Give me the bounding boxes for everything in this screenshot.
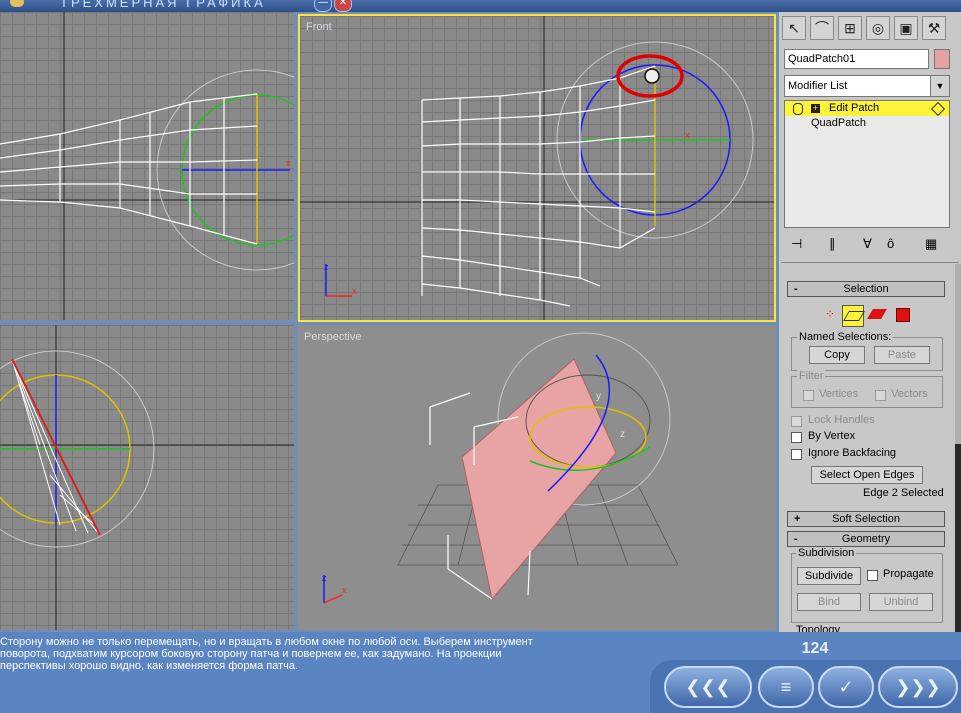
svg-text:x: x [685,130,690,140]
svg-text:x: x [286,158,291,168]
svg-text:z: z [324,262,329,272]
svg-text:y: y [596,391,601,402]
create-cursor-icon[interactable]: ↖ [782,16,806,40]
scrollbar-thumb[interactable] [955,444,961,632]
lesson-text-line: перспективы хорошо видно, как изменяется… [0,660,299,672]
copy-button[interactable]: Copy [809,346,865,364]
chevron-down-icon[interactable]: ▼ [930,76,949,96]
rollout-geometry-title: Geometry [841,533,891,545]
viewport-left[interactable] [0,325,294,630]
minimize-button[interactable]: — [314,0,332,12]
stack-item-edit-patch[interactable]: + Edit Patch [785,101,949,117]
window-title: ТРЕХМЕРНАЯ ГРАФИКА [60,0,266,10]
svg-text:z: z [620,429,625,440]
perspective-view-drawing: y z z x [322,332,679,604]
bind-button[interactable]: Bind [797,593,861,611]
object-name-field[interactable]: QuadPatch01 [784,49,929,69]
lesson-text-line: поворота, подхватим курсором боковую сто… [0,648,502,660]
motion-tab-icon[interactable]: ◎ [866,16,890,40]
panel-scrollbar[interactable] [955,264,961,632]
stack-label-edit-patch: Edit Patch [829,102,880,114]
lock-handles-label: Lock Handles [808,414,875,426]
app-logo-icon [10,0,24,7]
edge-level-icon[interactable] [842,305,865,327]
title-bar: ТРЕХМЕРНАЯ ГРАФИКА — ✕ [0,0,961,12]
lock-handles-checkbox[interactable] [791,416,802,427]
lesson-footer: Сторону можно не только перемещать, но и… [0,632,961,713]
remove-modifier-icon[interactable]: ô [887,236,894,251]
menu-button[interactable]: ≡ [758,666,814,708]
named-selections-label: Named Selections: [797,331,894,343]
element-level-icon[interactable] [896,308,910,322]
propagate-label: Propagate [883,568,934,580]
filter-label: Filter [797,370,826,382]
front-view-drawing: x z x [300,16,774,320]
subdivide-button[interactable]: Subdivide [797,567,861,585]
pin-stack-icon[interactable]: ⊣ [791,236,802,252]
by-vertex-label: By Vertex [808,430,856,442]
make-unique-icon[interactable]: ∀ [863,236,872,252]
show-end-result-icon[interactable]: ∥ [829,236,836,252]
paste-button[interactable]: Paste [874,346,930,364]
lightbulb-icon[interactable] [793,103,803,115]
vectors-label: Vectors [891,388,928,400]
hierarchy-tab-icon[interactable]: ⊞ [838,16,862,40]
topology-label: Topology [796,624,841,632]
object-color-swatch[interactable] [934,49,950,69]
vertices-checkbox[interactable] [803,390,814,401]
configure-sets-icon[interactable]: ▦ [925,236,937,252]
lesson-text: Сторону можно не только перемещать, но и… [0,636,640,672]
subdivision-label: Subdivision [796,547,857,559]
ignore-backfacing-label: Ignore Backfacing [808,447,897,459]
back-button[interactable]: ❮❮❮ [664,666,752,708]
vertices-label: Vertices [819,388,859,400]
rollout-selection[interactable]: - Selection [787,281,945,297]
rollout-soft-selection[interactable]: + Soft Selection [787,511,945,527]
selection-status: Edge 2 Selected [863,487,944,499]
divider [781,262,959,263]
viewport-top[interactable]: x [0,12,294,320]
ignore-backfacing-checkbox[interactable] [791,449,802,460]
left-view-drawing [0,325,294,630]
svg-text:x: x [352,286,357,296]
vertex-level-icon[interactable]: ⁘ [819,307,841,327]
patch-level-icon[interactable] [867,309,887,319]
diamond-icon [930,101,946,117]
page-number: 124 [801,640,829,657]
unbind-button[interactable]: Unbind [869,593,933,611]
collapse-icon: - [794,283,798,295]
lesson-text-line: Сторону можно не только перемещать, но и… [0,636,533,648]
modify-tab-icon[interactable]: ⌒ [810,16,834,40]
forward-button[interactable]: ❯❯❯ [878,666,958,708]
expand-plus-icon[interactable]: + [811,104,820,113]
modifier-list-label: Modifier List [788,80,848,92]
expand-icon: + [794,513,801,525]
close-button[interactable]: ✕ [334,0,352,12]
modifier-list-dropdown[interactable]: Modifier List ▼ [784,75,950,97]
collapse-icon: - [794,533,798,545]
propagate-checkbox[interactable] [867,570,878,581]
viewport-perspective[interactable]: Perspective y z z x [298,325,776,630]
subdivision-group [791,553,943,623]
utilities-hammer-icon[interactable]: ⚒ [922,16,946,40]
by-vertex-checkbox[interactable] [791,432,802,443]
vectors-checkbox[interactable] [875,390,886,401]
check-button[interactable]: ✓ [818,666,874,708]
top-view-drawing: x [0,12,294,320]
rollout-soft-selection-title: Soft Selection [832,513,900,525]
rollout-selection-title: Selection [843,283,889,295]
modifier-stack: + Edit Patch QuadPatch [784,100,950,228]
stack-item-quadpatch[interactable]: QuadPatch [785,116,949,131]
svg-text:x: x [342,585,347,595]
viewport-front[interactable]: Front x z x [298,14,776,322]
svg-text:z: z [322,573,327,583]
command-panel: ↖ ⌒ ⊞ ◎ ▣ ⚒ QuadPatch01 Modifier List ▼ … [779,12,961,632]
display-tab-icon[interactable]: ▣ [894,16,918,40]
rollout-geometry[interactable]: - Geometry [787,531,945,547]
select-open-edges-button[interactable]: Select Open Edges [811,466,923,484]
